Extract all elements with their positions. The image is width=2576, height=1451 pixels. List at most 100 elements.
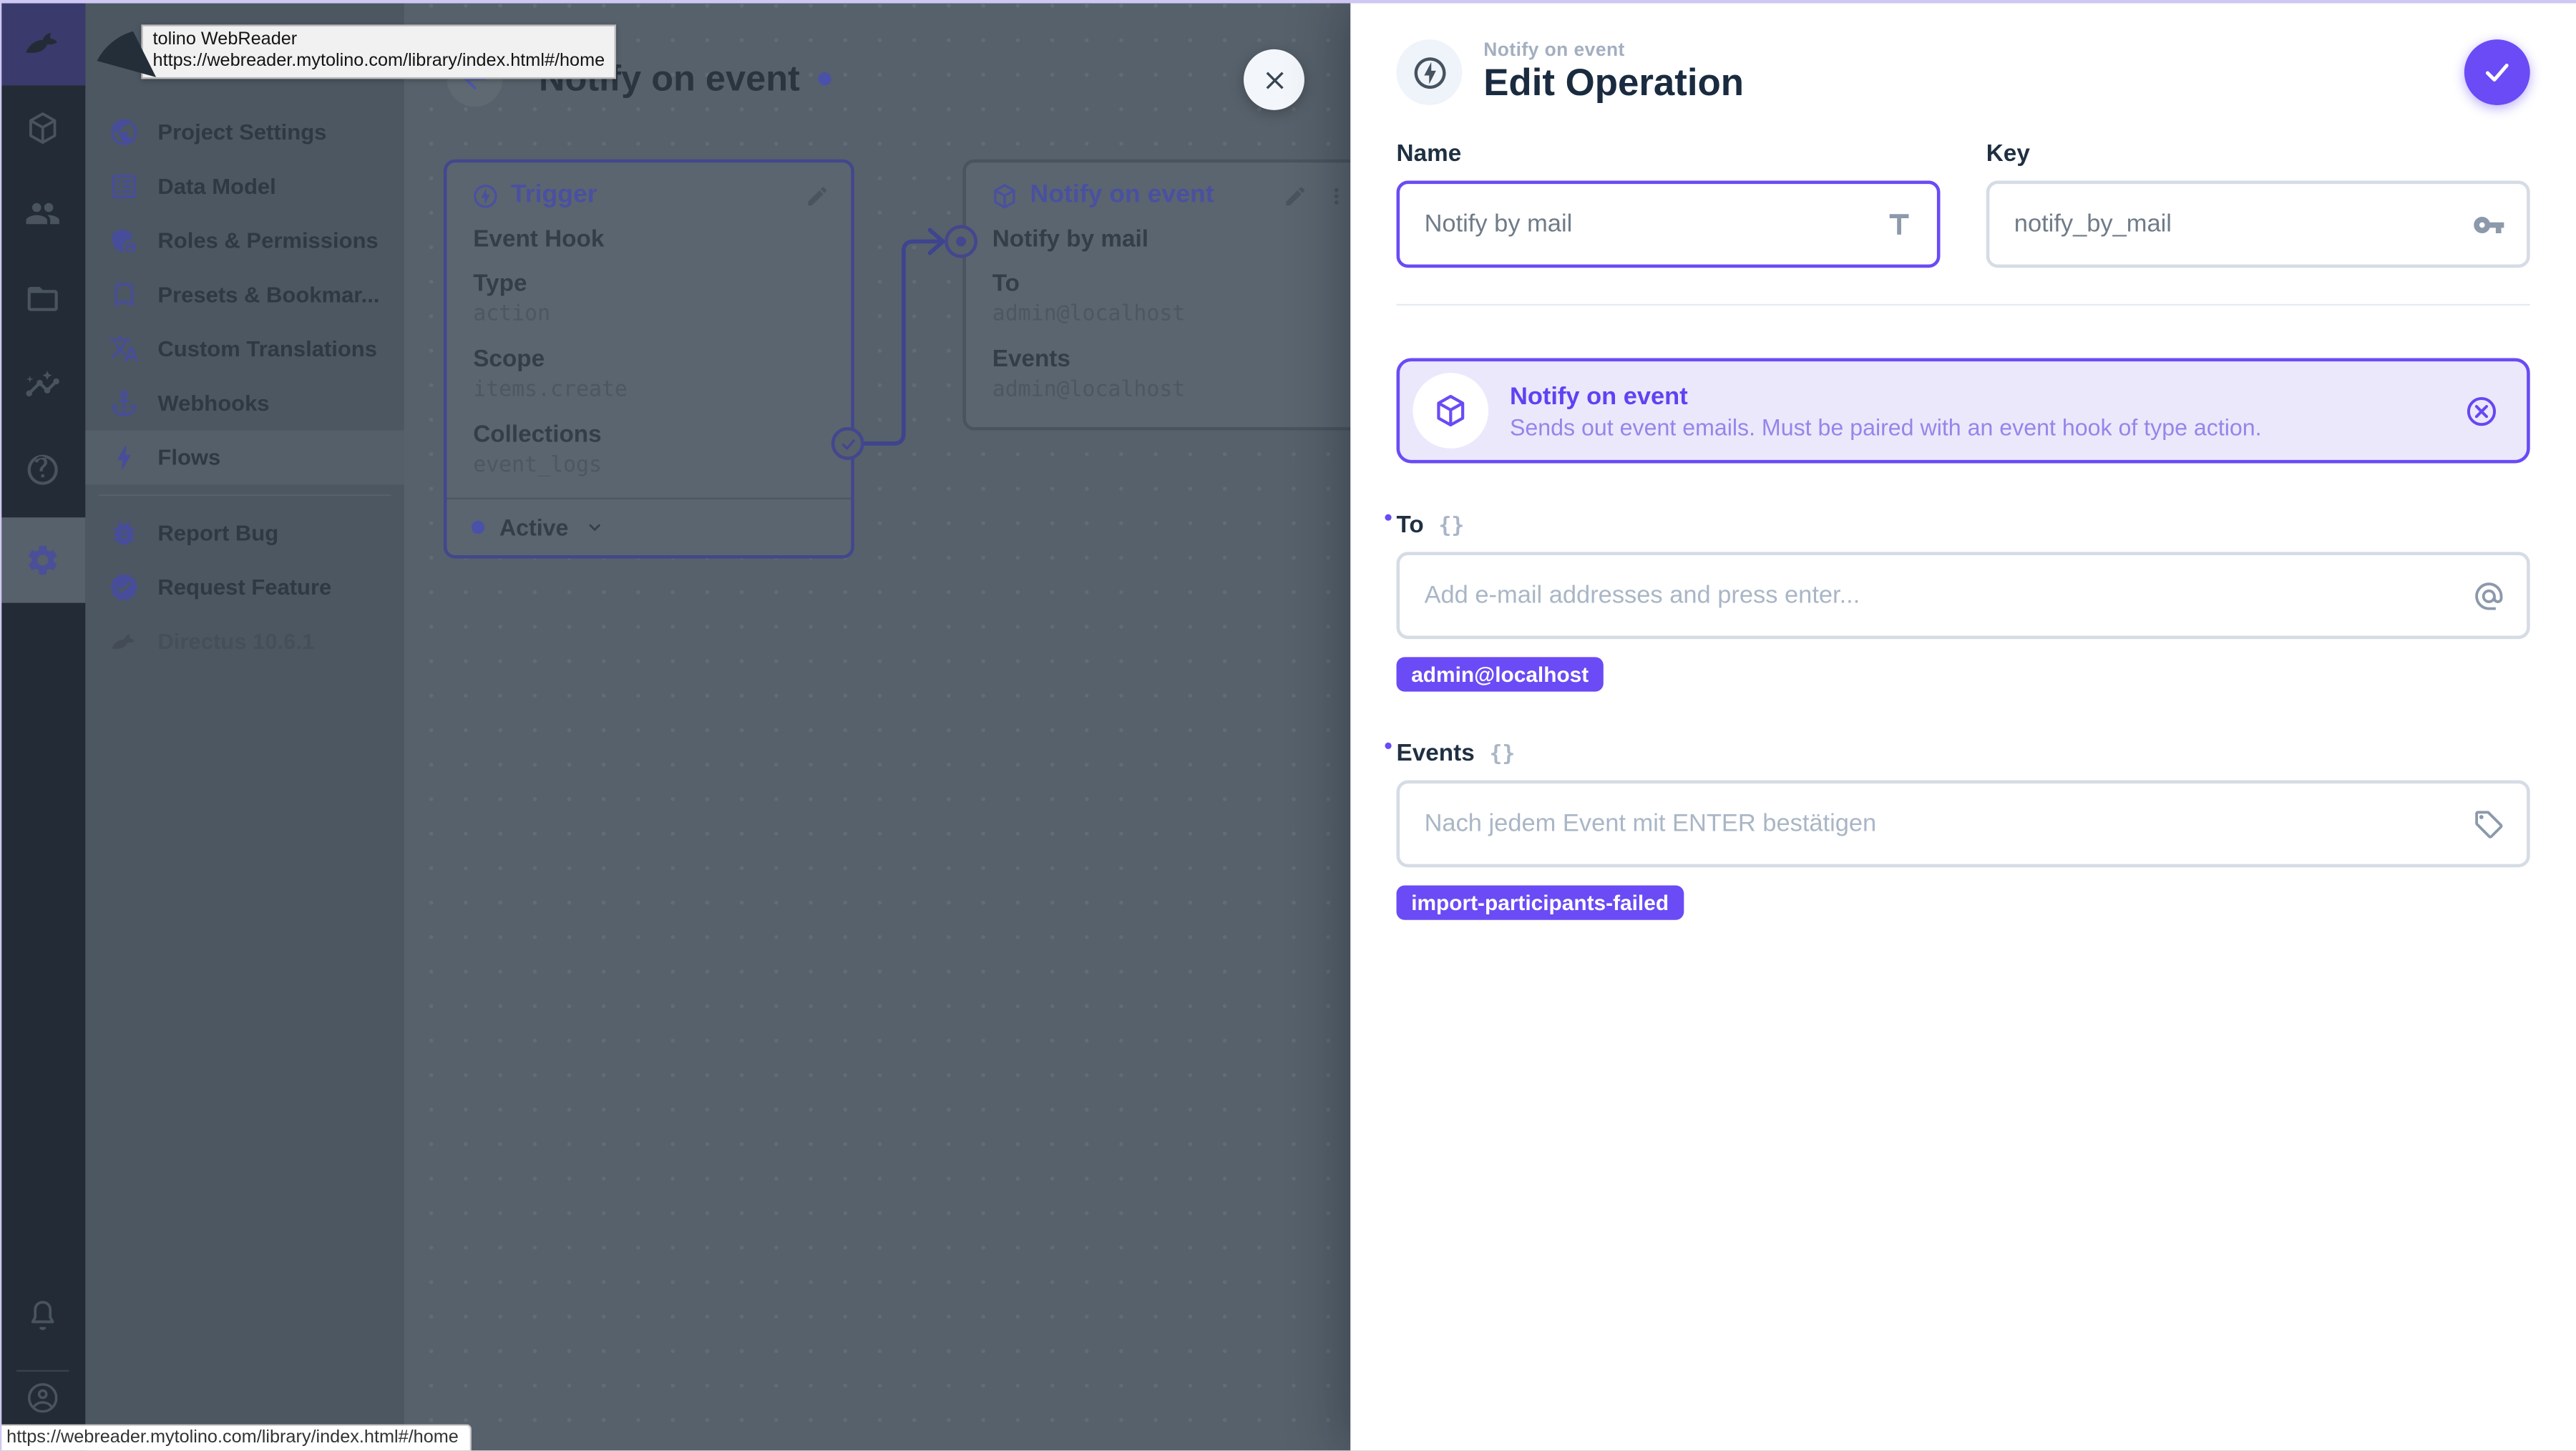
tooltip-title: tolino WebReader [152, 29, 298, 49]
sidebar-version: Directus 10.6.1 [85, 615, 404, 669]
screen: Project Settings Data Model Roles & Perm… [0, 0, 2576, 1451]
settings-sidebar: Project Settings Data Model Roles & Perm… [85, 0, 404, 1451]
key-icon [2474, 215, 2504, 233]
bolt-circle-icon [1413, 57, 1445, 88]
name-input-wrap [1396, 180, 1941, 268]
edit-pencil-icon[interactable] [1283, 183, 1307, 207]
directus-logo[interactable] [0, 0, 86, 86]
event-tag[interactable]: import-participants-failed [1396, 885, 1684, 920]
trigger-field-value: event_logs [473, 453, 602, 479]
sidebar-item-presets-bookmarks[interactable]: Presets & Bookmar... [85, 268, 404, 322]
name-label: Name [1396, 141, 1462, 168]
folder-icon [27, 287, 58, 311]
raw-value-toggle-icon[interactable]: {} [1438, 513, 1464, 537]
notice-description: Sends out event emails. Must be paired w… [1509, 413, 2262, 440]
notice-cube-icon-circle [1413, 373, 1489, 449]
flow-canvas[interactable]: Notify on event Trigger Event Hook Type … [404, 0, 1374, 1451]
help-icon [27, 454, 58, 485]
module-settings[interactable] [0, 517, 86, 603]
events-field-group: Events {} import-participants-failed [1385, 741, 2530, 920]
module-files[interactable] [0, 256, 85, 341]
sidebar-label: Flows [157, 445, 221, 470]
notice-dismiss-button[interactable] [2461, 391, 2500, 430]
sidebar-divider [98, 494, 391, 497]
operation-card[interactable]: Notify on event Notify by mail To admin@… [962, 159, 1374, 431]
sidebar-item-roles-permissions[interactable]: Roles & Permissions [85, 213, 404, 268]
trigger-field-label: Type [473, 270, 527, 298]
status-dot [471, 520, 485, 534]
sidebar-item-custom-translations[interactable]: Custom Translations [85, 322, 404, 376]
sidebar-label: Webhooks [157, 391, 270, 416]
trigger-field-value: items.create [473, 378, 628, 403]
node-dot [956, 236, 967, 247]
trigger-resolve-node[interactable] [831, 426, 864, 460]
key-input-wrap [1986, 180, 2530, 268]
events-label: Events [1396, 741, 1475, 768]
sidebar-item-data-model[interactable]: Data Model [85, 160, 404, 214]
required-dot [1385, 514, 1392, 521]
drawer-header: Notify on event Edit Operation [1350, 0, 2576, 105]
drawer-header-icon [1396, 39, 1463, 105]
bell-icon [31, 1301, 54, 1330]
key-input[interactable] [1989, 210, 2527, 238]
module-insights[interactable] [0, 342, 85, 427]
module-help[interactable] [0, 427, 85, 512]
sidebar-label: Request Feature [157, 575, 332, 600]
cube-icon [994, 183, 1015, 208]
module-content[interactable] [0, 85, 85, 170]
browser-tooltip: tolino WebReader https://webreader.mytol… [141, 24, 617, 79]
required-dot [1385, 742, 1392, 749]
unsaved-changes-dot [818, 72, 831, 86]
save-button[interactable] [2464, 39, 2530, 105]
module-users[interactable] [0, 171, 85, 256]
sidebar-item-request-feature[interactable]: Request Feature [85, 560, 404, 615]
sidebar-item-project-settings[interactable]: Project Settings [85, 105, 404, 160]
sidebar-item-report-bug[interactable]: Report Bug [85, 506, 404, 560]
operation-field-label: To [992, 270, 1020, 298]
trigger-status-label: Active [499, 514, 569, 541]
window-top-edge [0, 0, 2576, 4]
notice-title: Notify on event [1509, 381, 1688, 410]
events-input-wrap [1396, 780, 2530, 868]
trigger-name: Event Hook [473, 226, 605, 253]
trigger-status-row[interactable]: Active [447, 497, 852, 555]
to-input[interactable] [1400, 581, 2527, 610]
email-tag[interactable]: admin@localhost [1396, 657, 1604, 692]
operation-name: Notify by mail [992, 226, 1149, 253]
cursor-fan-shape [97, 31, 157, 77]
operation-input-node[interactable] [945, 225, 978, 258]
key-field-group: Key [1986, 141, 2530, 268]
sidebar-item-flows[interactable]: Flows [85, 430, 404, 485]
drawer-title: Edit Operation [1483, 60, 1745, 104]
rabbit-icon [26, 33, 57, 53]
trigger-field-label: Scope [473, 346, 545, 373]
avatar-icon [27, 1383, 58, 1413]
name-input[interactable] [1400, 210, 1937, 238]
module-bar [0, 0, 86, 1451]
sidebar-item-webhooks[interactable]: Webhooks [85, 376, 404, 431]
verified-badge-icon [109, 573, 139, 601]
insights-icon [26, 371, 59, 397]
shield-user-icon [112, 228, 136, 253]
events-input[interactable] [1400, 809, 2527, 838]
operation-field-value: admin@localhost [992, 302, 1186, 327]
bolt-icon [117, 446, 131, 469]
translate-icon [109, 336, 139, 363]
cube-icon [29, 112, 57, 144]
sidebar-label: Custom Translations [157, 336, 377, 362]
title-icon [1889, 213, 1909, 234]
trigger-card[interactable]: Trigger Event Hook Type action Scope ite… [443, 159, 854, 559]
gear-icon [29, 545, 57, 575]
edit-pencil-icon[interactable] [805, 183, 829, 207]
drawer-close-button[interactable] [1244, 49, 1304, 110]
operation-card-title: Notify on event [1030, 180, 1214, 209]
notifications-button[interactable] [0, 1273, 85, 1358]
more-vert-icon[interactable] [1324, 183, 1349, 207]
trigger-field-value: action [473, 302, 551, 327]
tooltip-url: https://webreader.mytolino.com/library/i… [152, 51, 605, 71]
version-label: Directus 10.6.1 [157, 629, 315, 654]
raw-value-toggle-icon[interactable]: {} [1489, 742, 1515, 766]
bolt-circle-icon [474, 183, 497, 207]
rabbit-icon [112, 634, 135, 649]
bug-icon [113, 521, 135, 545]
